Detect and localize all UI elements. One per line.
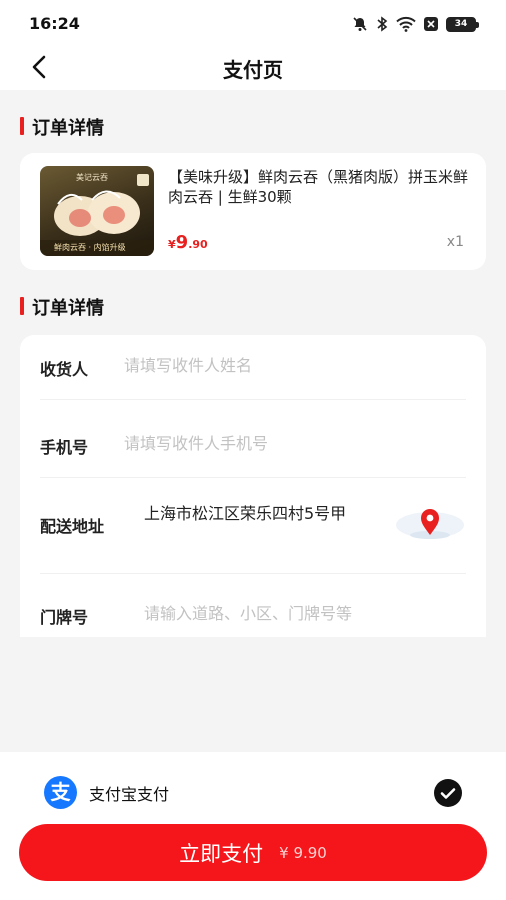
address-form: 收货人 手机号 配送地址 上海市松江区荣乐四村5号甲 门牌号 bbox=[20, 335, 486, 637]
price-decimal: .90 bbox=[188, 238, 208, 251]
door-number-input[interactable] bbox=[144, 604, 454, 623]
bluetooth-icon bbox=[376, 16, 388, 32]
pay-now-button[interactable]: 立即支付 ¥ 9.90 bbox=[19, 824, 487, 881]
product-price: ¥9.90 bbox=[168, 232, 208, 253]
price-integer: 9 bbox=[175, 232, 189, 253]
payment-panel: 支 支付宝支付 立即支付 ¥ 9.90 bbox=[0, 752, 506, 900]
receiver-input[interactable] bbox=[124, 356, 454, 375]
product-image: 美记云吞 鲜肉云吞 · 内馅升级 bbox=[40, 166, 154, 256]
door-number-label: 门牌号 bbox=[40, 608, 89, 627]
divider bbox=[40, 573, 466, 574]
product-image-brand: 美记云吞 bbox=[76, 173, 108, 182]
product-card[interactable]: 美记云吞 鲜肉云吞 · 内馅升级 【美味升级】鲜肉云吞（黑猪肉版）拼玉米鲜肉云吞… bbox=[20, 153, 486, 270]
payment-method-label[interactable]: 支付宝支付 bbox=[89, 781, 169, 805]
location-pin-icon bbox=[396, 509, 464, 539]
status-time: 16:24 bbox=[29, 14, 80, 33]
alipay-icon: 支 bbox=[44, 776, 77, 809]
phone-input[interactable] bbox=[124, 434, 454, 453]
pay-now-label: 立即支付 bbox=[179, 841, 264, 866]
product-name: 【美味升级】鲜肉云吞（黑猪肉版）拼玉米鲜肉云吞 | 生鲜30颗 bbox=[168, 168, 469, 206]
page-title: 支付页 bbox=[223, 58, 283, 82]
address-section-title: 订单详情 bbox=[20, 294, 104, 320]
order-section-title: 订单详情 bbox=[20, 114, 104, 140]
price-symbol: ¥ bbox=[168, 238, 176, 251]
divider bbox=[40, 399, 466, 400]
product-quantity: x1 bbox=[446, 234, 464, 250]
battery-icon: 34 bbox=[446, 16, 479, 32]
address-label: 配送地址 bbox=[40, 517, 105, 536]
checkmark-icon[interactable] bbox=[434, 779, 462, 807]
sim-x-icon bbox=[424, 17, 438, 31]
pay-amount: ¥ 9.90 bbox=[279, 843, 327, 862]
status-bar: 16:24 34 bbox=[0, 0, 506, 46]
nav-bar: 支付页 bbox=[0, 46, 506, 90]
status-icons: 34 bbox=[352, 14, 479, 34]
phone-label: 手机号 bbox=[40, 438, 89, 457]
location-button[interactable] bbox=[394, 503, 466, 547]
product-image-caption: 鲜肉云吞 · 内馅升级 bbox=[54, 243, 126, 252]
wifi-icon bbox=[396, 16, 416, 32]
address-value[interactable]: 上海市松江区荣乐四村5号甲 bbox=[144, 505, 376, 523]
bell-muted-icon bbox=[352, 16, 368, 32]
receiver-label: 收货人 bbox=[40, 360, 89, 379]
divider bbox=[40, 477, 466, 478]
